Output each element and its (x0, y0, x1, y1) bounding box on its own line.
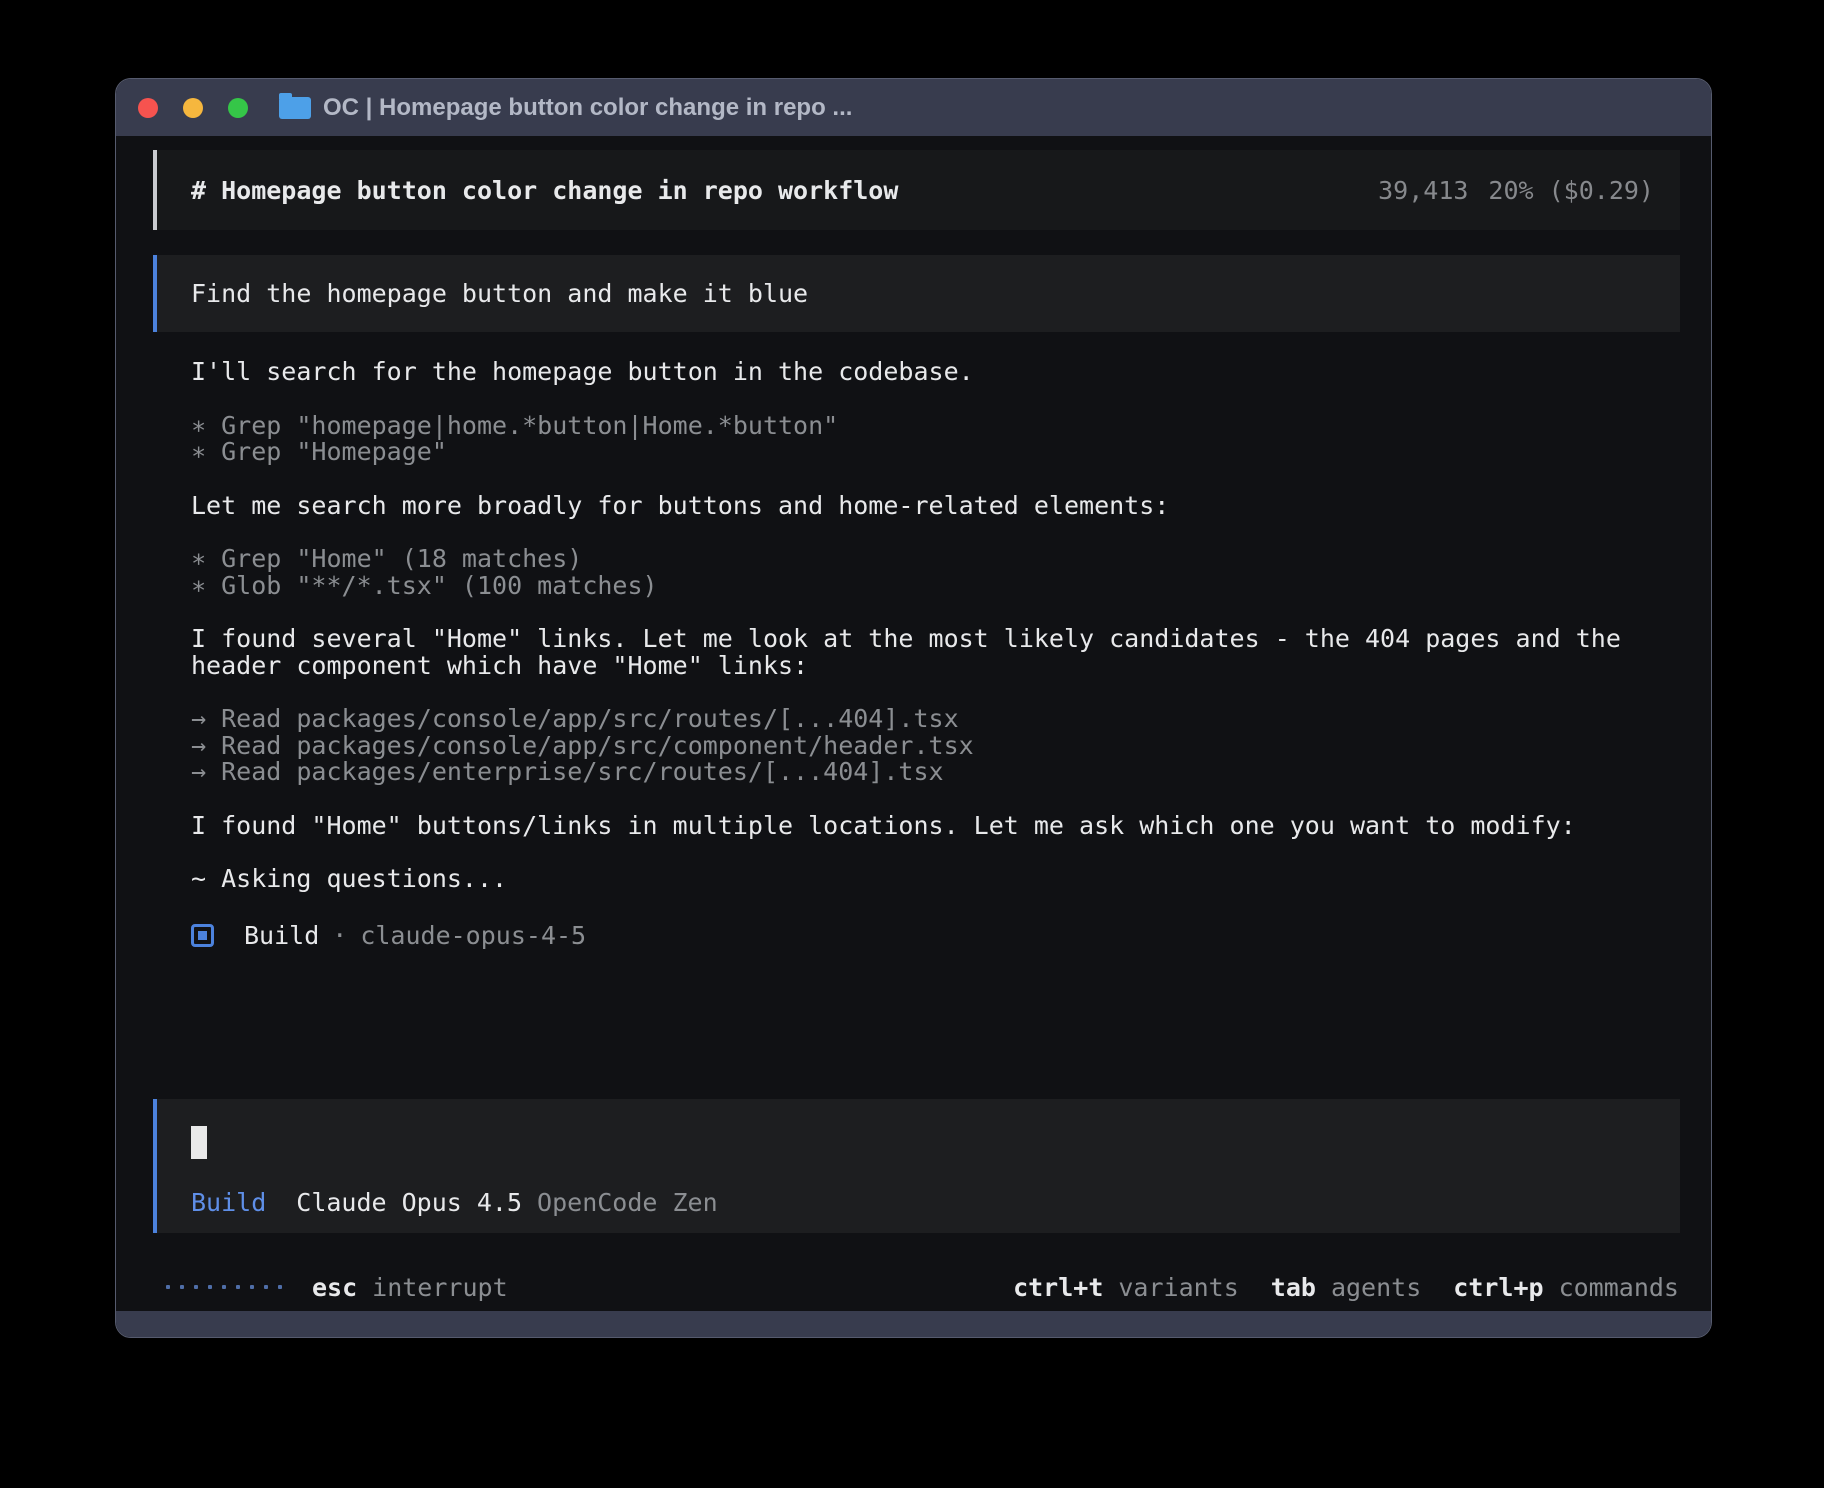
shortcut-commands[interactable]: ctrl+p commands (1453, 1273, 1679, 1302)
spinner-dot (236, 1285, 240, 1289)
transcript-line: ∗ Grep "Homepage" (191, 439, 1680, 466)
traffic-lights (138, 98, 248, 118)
spinner-dot (180, 1285, 184, 1289)
spinner-dot (264, 1285, 268, 1289)
transcript-line: I found "Home" buttons/links in multiple… (191, 813, 1680, 840)
transcript-line: I'll search for the homepage button in t… (191, 359, 1680, 386)
transcript-line: → Read packages/console/app/src/routes/[… (191, 706, 1680, 733)
user-message: Find the homepage button and make it blu… (153, 255, 1680, 332)
session-title: # Homepage button color change in repo w… (191, 176, 898, 205)
transcript-line: → Read packages/console/app/src/componen… (191, 733, 1680, 760)
close-button[interactable] (138, 98, 158, 118)
agent-model: claude-opus-4-5 (360, 921, 586, 950)
esc-label: interrupt (372, 1273, 507, 1302)
build-agent-icon (191, 924, 214, 947)
spinner-dot (194, 1285, 198, 1289)
shortcut-key: ctrl+p (1453, 1273, 1543, 1302)
mode-label[interactable]: Build (191, 1188, 266, 1217)
transcript-block: Let me search more broadly for buttons a… (191, 493, 1680, 520)
terminal-window: OC | Homepage button color change in rep… (115, 78, 1712, 1338)
badge-separator: · (332, 921, 347, 950)
transcript-block: → Read packages/console/app/src/routes/[… (191, 706, 1680, 786)
status-left: esc interrupt (166, 1273, 508, 1302)
spinner-dot (250, 1285, 254, 1289)
shortcut-key: ctrl+t (1013, 1273, 1103, 1302)
transcript-line: Let me search more broadly for buttons a… (191, 493, 1680, 520)
session-stats: 39,413 20% ($0.29) (1378, 176, 1654, 205)
shortcut-variants[interactable]: ctrl+t variants (1013, 1273, 1239, 1302)
transcript-line: ∗ Grep "Home" (18 matches) (191, 546, 1680, 573)
spinner-dot (166, 1285, 170, 1289)
status-bar: esc interrupt ctrl+tvariantstabagentsctr… (166, 1273, 1679, 1301)
transcript-line: header component which have "Home" links… (191, 653, 1680, 680)
window-title: OC | Homepage button color change in rep… (323, 94, 852, 122)
window-footer (116, 1311, 1711, 1337)
folder-icon (279, 97, 311, 119)
shortcut-label: commands (1559, 1273, 1679, 1302)
transcript-line: ∗ Glob "**/*.tsx" (100 matches) (191, 573, 1680, 600)
token-count: 39,413 (1378, 176, 1468, 205)
prompt-input[interactable]: Build Claude Opus 4.5 OpenCode Zen (153, 1099, 1680, 1233)
terminal-content: # Homepage button color change in repo w… (116, 136, 1711, 1311)
spinner-dots (166, 1285, 282, 1289)
spinner-dot (278, 1285, 282, 1289)
provider-label: OpenCode Zen (537, 1188, 718, 1217)
transcript-block: ∗ Grep "homepage|home.*button|Home.*butt… (191, 413, 1680, 466)
context-cost: 20% ($0.29) (1488, 176, 1654, 205)
maximize-button[interactable] (228, 98, 248, 118)
transcript-block: I found "Home" buttons/links in multiple… (191, 813, 1680, 840)
titlebar[interactable]: OC | Homepage button color change in rep… (116, 79, 1711, 136)
minimize-button[interactable] (183, 98, 203, 118)
text-cursor (191, 1126, 207, 1159)
agent-name: Build (244, 921, 319, 950)
shortcut-agents[interactable]: tab agents (1271, 1273, 1421, 1302)
transcript-line: → Read packages/enterprise/src/routes/[.… (191, 759, 1680, 786)
agent-badge: Build · claude-opus-4-5 (116, 921, 1711, 950)
shortcut-key: tab (1271, 1273, 1316, 1302)
transcript-block: I found several "Home" links. Let me loo… (191, 626, 1680, 679)
transcript-block: ∗ Grep "Home" (18 matches)∗ Glob "**/*.t… (191, 546, 1680, 599)
transcript-block: I'll search for the homepage button in t… (191, 359, 1680, 386)
shortcut-label: agents (1331, 1273, 1421, 1302)
spinner-dot (222, 1285, 226, 1289)
spinner-dot (208, 1285, 212, 1289)
transcript-line: ∗ Grep "homepage|home.*button|Home.*butt… (191, 413, 1680, 440)
transcript-line: I found several "Home" links. Let me loo… (191, 626, 1680, 653)
transcript-block: ~ Asking questions... (191, 866, 1680, 893)
status-shortcuts: ctrl+t variants tab agents ctrl+p commands (1013, 1273, 1679, 1302)
input-modeline: Build Claude Opus 4.5 OpenCode Zen (191, 1188, 1680, 1217)
transcript: I'll search for the homepage button in t… (116, 332, 1711, 893)
model-label[interactable]: Claude Opus 4.5 (296, 1188, 522, 1217)
shortcut-label: variants (1118, 1273, 1238, 1302)
user-message-text: Find the homepage button and make it blu… (191, 279, 808, 308)
transcript-line: ~ Asking questions... (191, 866, 1680, 893)
esc-key[interactable]: esc (312, 1273, 357, 1302)
session-header: # Homepage button color change in repo w… (153, 150, 1680, 230)
